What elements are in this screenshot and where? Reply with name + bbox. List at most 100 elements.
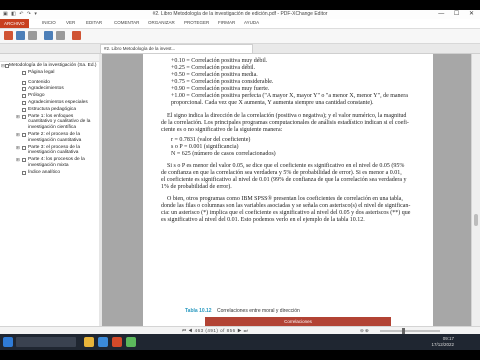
open-file-icon[interactable] — [4, 31, 13, 40]
table-header: Correlaciones — [205, 317, 391, 326]
letterbox-bottom — [0, 350, 480, 360]
app-icon[interactable] — [126, 337, 136, 347]
bookmark-icon — [22, 80, 26, 85]
document-tab-strip: #2. Libro Metodología de la invest... — [0, 44, 480, 54]
bookmark-item[interactable]: ⊞ Parte 2: el proceso de la investigación… — [0, 132, 99, 144]
table-header-label: Correlaciones — [284, 319, 312, 324]
bookmark-icon — [22, 132, 26, 137]
bookmark-item[interactable]: Página legal — [0, 70, 99, 76]
select-tool-icon[interactable] — [56, 31, 65, 40]
bookmark-label: Parte 3: el proceso de la investigación … — [28, 144, 80, 156]
bookmark-item[interactable]: ⊞ Parte 1: los enfoques cuantitativo y cu… — [0, 114, 99, 131]
zoom-slider-track[interactable] — [380, 330, 440, 332]
bookmark-item[interactable]: ⊞ Parte 3: el proceso de la investigación… — [0, 145, 99, 157]
bookmark-label: Parte 2: el proceso de la investigación … — [28, 131, 82, 143]
page-text-line: +0.50 = Correlación positiva media. — [171, 72, 258, 78]
tab-proteger[interactable]: PROTEGER — [184, 20, 209, 25]
bookmark-item[interactable]: Estructura pedagógica — [0, 107, 99, 113]
page-text-line: +0.90 = Correlación positiva muy fuerte. — [171, 86, 270, 92]
page-text-line: N = 625 (número de casos correlacionados… — [171, 151, 276, 157]
pdf-editor-window: ▣ ◧ ↶ ↷ ▾ #2. Libro Metodología de la in… — [0, 10, 480, 350]
page-text-line: r = 0.7831 (valor del coeficiente) — [171, 137, 251, 143]
save-icon[interactable] — [16, 31, 25, 40]
os-taskbar: 09:17 17/12/2022 — [0, 334, 480, 350]
bookmark-item[interactable]: Prólogo — [0, 93, 99, 99]
expand-toggle-icon[interactable]: ⊞ — [16, 145, 20, 151]
page-text-line: El signo indica la dirección de la corre… — [167, 113, 407, 119]
tab-firmar[interactable]: FIRMAR — [218, 20, 235, 25]
tab-ayuda[interactable]: AYUDA — [244, 20, 259, 25]
bookmark-item[interactable]: ⊟ Metodología de la investigación (Sa. Ed… — [0, 63, 99, 69]
bookmark-label: Página legal — [28, 69, 55, 75]
bookmarks-panel-header — [0, 54, 99, 62]
bookmark-label: Agradecimientos — [28, 86, 64, 92]
bookmark-item[interactable]: Agradecimientos — [0, 86, 99, 92]
page-text-line: proporcional. Cada vez que X aumenta, Y … — [171, 100, 374, 106]
clock-date: 17/12/2022 — [431, 341, 454, 347]
page-text-line: es significativo al nivel del 0.01. Esto… — [161, 217, 365, 223]
tab-inicio[interactable]: INICIO — [42, 20, 56, 25]
page-text-line: Si s o P es menor del valor 0.05, se dic… — [167, 163, 405, 169]
bookmark-list: ⊟ Metodología de la investigación (Sa. Ed… — [0, 63, 99, 176]
system-clock[interactable]: 09:17 17/12/2022 — [431, 336, 454, 347]
document-tab[interactable]: #2. Libro Metodología de la invest... — [100, 44, 253, 53]
bookmark-icon — [22, 100, 26, 105]
hand-tool-icon[interactable] — [44, 31, 53, 40]
page-text-line: ciente es o no significativo de la sigui… — [161, 127, 283, 133]
bookmark-item[interactable]: Índice analítico — [0, 170, 99, 176]
bookmark-label: Índice analítico — [28, 169, 60, 175]
start-icon[interactable] — [3, 337, 13, 347]
expand-toggle-icon[interactable]: ⊞ — [16, 114, 20, 120]
bookmark-item[interactable]: Contenido — [0, 80, 99, 86]
page-text-line: +0.25 = Correlación positiva débil. — [171, 65, 256, 71]
page-text-line: de la correlación. Los principales progr… — [161, 120, 409, 126]
page-text-line: el coeficiente es significativo al nivel… — [161, 177, 407, 183]
bookmark-label: Prólogo — [28, 93, 45, 99]
bookmark-icon — [22, 114, 26, 119]
table-caption: Tabla 10.12 Correlaciones entre moral y … — [185, 308, 300, 314]
ribbon-toolbar — [0, 29, 480, 44]
tab-ver[interactable]: VER — [66, 20, 75, 25]
tab-organizar[interactable]: ORGANIZAR — [148, 20, 175, 25]
bookmark-icon — [22, 87, 26, 92]
page-text-line: O bien, otros programas como IBM SPSS® p… — [167, 196, 403, 202]
window-controls[interactable]: — ☐ ✕ — [438, 10, 478, 17]
taskbar-search[interactable] — [16, 337, 76, 347]
bookmark-item[interactable]: ⊞ Parte 4: los procesos de la investigaci… — [0, 157, 99, 169]
tab-archivo[interactable]: ARCHIVO — [0, 19, 29, 28]
table-number: Tabla 10.12 — [185, 308, 212, 314]
zoom-icon[interactable] — [72, 31, 81, 40]
page-text-line: +0.10 = Correlación positiva muy débil. — [171, 58, 268, 64]
document-view[interactable]: Tabla 10.12 Correlaciones entre moral y … — [102, 54, 472, 326]
bookmarks-panel: ⊟ Metodología de la investigación (Sa. Ed… — [0, 54, 100, 326]
expand-toggle-icon[interactable]: ⊞ — [16, 132, 20, 138]
screen: ▣ ◧ ↶ ↷ ▾ #2. Libro Metodología de la in… — [0, 0, 480, 360]
bookmark-item[interactable]: Agradecimientos especiales — [0, 100, 99, 106]
letterbox-top — [0, 0, 480, 10]
print-icon[interactable] — [28, 31, 37, 40]
bookmark-label: Metodología de la investigación (Sa. Ed.… — [9, 63, 97, 68]
bookmark-icon — [22, 70, 26, 75]
quick-access-toolbar[interactable]: ▣ ◧ ↶ ↷ ▾ — [3, 11, 38, 17]
bookmark-label: Agradecimientos especiales — [28, 99, 88, 105]
page-text-line: cia: un asterisco (*) implica que el coe… — [161, 210, 411, 216]
bookmark-icon — [22, 94, 26, 99]
tab-comentar[interactable]: COMENTAR — [114, 20, 139, 25]
table-title: Correlaciones entre moral y dirección — [216, 308, 300, 314]
scrollbar-thumb[interactable] — [474, 214, 478, 226]
file-explorer-icon[interactable] — [84, 337, 94, 347]
pdf-editor-icon[interactable] — [112, 337, 122, 347]
tab-editar[interactable]: EDITAR — [86, 20, 102, 25]
page-text-line: s o P = 0.001 (significancia) — [171, 144, 239, 150]
bookmark-label: Estructura pedagógica — [28, 106, 76, 112]
bookmark-label: Parte 1: los enfoques cuantitativo y cua… — [28, 113, 91, 131]
page-text-line: donde las filas o columnas son las varia… — [161, 203, 411, 209]
vertical-scrollbar[interactable] — [471, 54, 480, 326]
ribbon-tabs: ARCHIVO INICIO VER EDITAR COMENTAR ORGAN… — [0, 19, 480, 29]
pdf-page: Tabla 10.12 Correlaciones entre moral y … — [143, 54, 433, 326]
expand-toggle-icon[interactable]: ⊞ — [16, 157, 20, 163]
page-text-line: +1.00 = Correlación positiva perfecta ("… — [171, 93, 408, 99]
bookmark-icon — [22, 158, 26, 163]
browser-icon[interactable] — [98, 337, 108, 347]
page-text-line: de confianza en que la correlación sea v… — [161, 170, 402, 176]
